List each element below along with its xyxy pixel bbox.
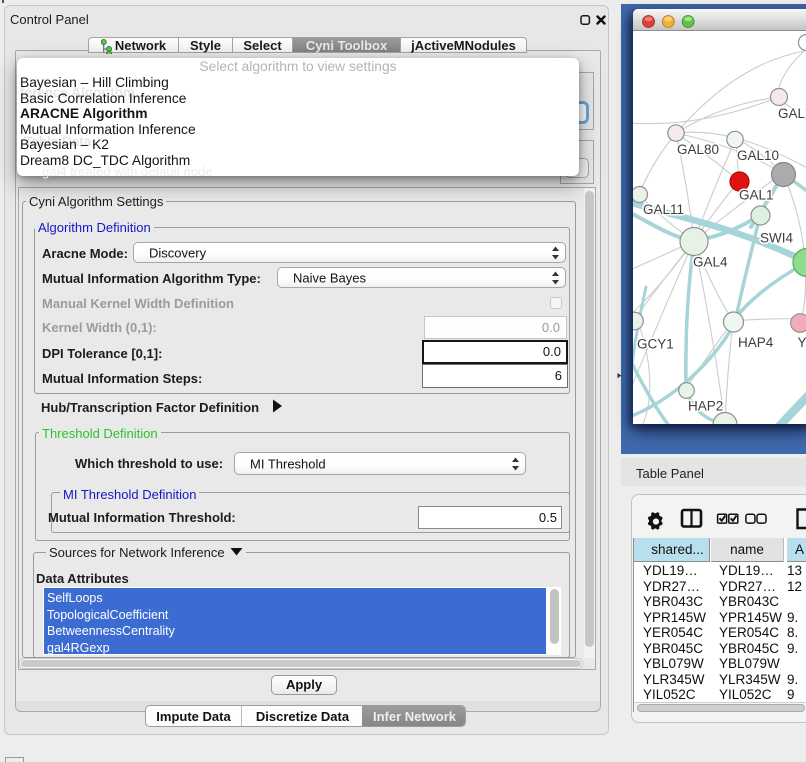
svg-text:GAL7: GAL7 (778, 106, 806, 121)
svg-text:GAL4: GAL4 (693, 255, 728, 270)
svg-text:GAL10: GAL10 (737, 148, 779, 163)
svg-text:GCY1: GCY1 (637, 337, 674, 352)
svg-text:SWI4: SWI4 (760, 231, 793, 246)
svg-text:HAP4: HAP4 (738, 335, 774, 350)
svg-text:GAL11: GAL11 (643, 202, 684, 217)
svg-text:Y: Y (798, 335, 806, 350)
svg-text:HAP2: HAP2 (688, 399, 723, 414)
svg-text:GAL80: GAL80 (677, 142, 719, 157)
svg-text:GAL1: GAL1 (739, 188, 774, 203)
